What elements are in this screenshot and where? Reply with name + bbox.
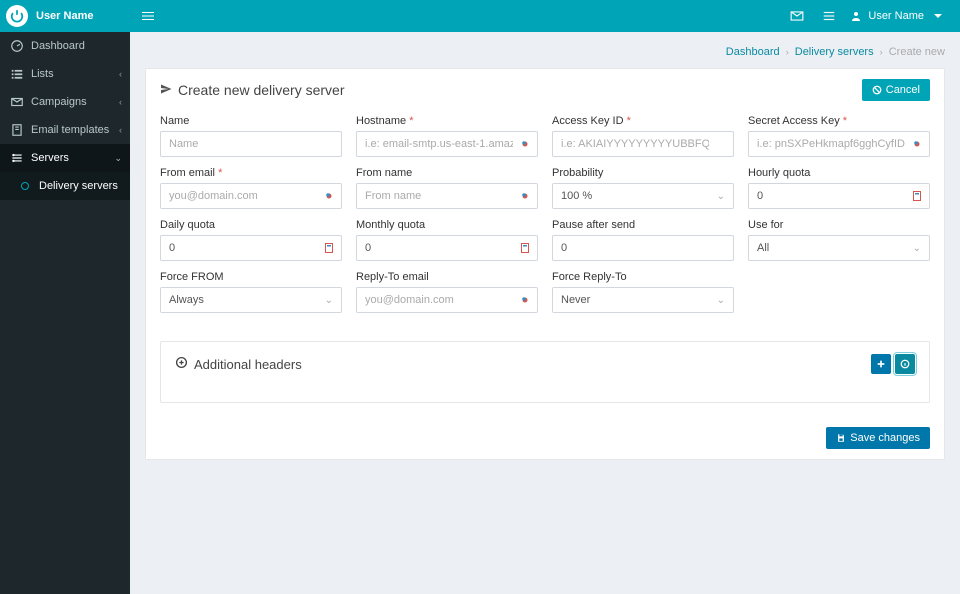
sidebar-item-label: Email templates <box>31 124 109 136</box>
bullet-icon <box>18 179 32 193</box>
save-changes-button[interactable]: Save changes <box>826 427 930 449</box>
breadcrumb: Dashboard › Delivery servers › Create ne… <box>145 42 945 68</box>
use-for-select[interactable]: All ⌄ <box>748 235 930 261</box>
chevron-left-icon: ‹ <box>119 97 122 107</box>
sidebar-item-servers[interactable]: Servers ⌄ <box>0 144 130 172</box>
additional-headers-title: Additional headers <box>175 356 302 372</box>
chevron-left-icon: ‹ <box>119 125 122 135</box>
user-menu[interactable]: User Name <box>850 10 924 22</box>
field-label: Access Key ID * <box>552 115 734 127</box>
save-icon <box>836 433 846 443</box>
breadcrumb-link[interactable]: Delivery servers <box>795 46 874 58</box>
field-label: Use for <box>748 219 930 231</box>
field-label: Hostname * <box>356 115 538 127</box>
from-name-input[interactable] <box>356 183 538 209</box>
probability-select[interactable]: 100 % ⌄ <box>552 183 734 209</box>
add-header-button[interactable] <box>871 354 891 374</box>
force-reply-to-select[interactable]: Never ⌄ <box>552 287 734 313</box>
field-label: Monthly quota <box>356 219 538 231</box>
monthly-quota-input[interactable] <box>356 235 538 261</box>
topbar: User Name User Name <box>0 0 960 32</box>
sidebar-item-label: Dashboard <box>31 40 85 52</box>
user-icon <box>850 10 862 22</box>
envelope-icon[interactable] <box>786 5 808 27</box>
user-label: User Name <box>868 10 924 22</box>
form-panel: Create new delivery server Cancel Name <box>145 68 945 460</box>
field-label: From name <box>356 167 538 179</box>
field-label: Daily quota <box>160 219 342 231</box>
field-label: Force FROM <box>160 271 342 283</box>
hostname-input[interactable] <box>356 131 538 157</box>
pause-after-send-input[interactable] <box>552 235 734 261</box>
envelope-icon <box>10 95 24 109</box>
power-icon <box>6 5 28 27</box>
plus-circle-icon <box>175 356 188 372</box>
sidebar-item-label: Lists <box>31 68 54 80</box>
field-label: Pause after send <box>552 219 734 231</box>
brand-label: User Name <box>36 10 93 22</box>
chevron-down-icon: ⌄ <box>717 295 725 306</box>
daily-quota-input[interactable] <box>160 235 342 261</box>
chevron-down-icon: ⌄ <box>325 295 333 306</box>
breadcrumb-current: Create new <box>889 46 945 58</box>
sidebar-item-dashboard[interactable]: Dashboard <box>0 32 130 60</box>
info-button[interactable] <box>895 354 915 374</box>
breadcrumb-link[interactable]: Dashboard <box>726 46 780 58</box>
field-label: Name <box>160 115 342 127</box>
sidebar-item-email-templates[interactable]: Email templates ‹ <box>0 116 130 144</box>
field-label: Hourly quota <box>748 167 930 179</box>
main-content: Dashboard › Delivery servers › Create ne… <box>130 32 960 594</box>
chevron-right-icon: › <box>880 47 883 57</box>
sidebar-item-label: Servers <box>31 152 69 164</box>
chevron-left-icon: ‹ <box>119 69 122 79</box>
template-icon <box>10 123 24 137</box>
chevron-down-icon: ⌄ <box>114 153 122 164</box>
ban-icon <box>872 85 882 95</box>
field-label: From email * <box>160 167 342 179</box>
sidebar-item-label: Campaigns <box>31 96 87 108</box>
dashboard-icon <box>10 39 24 53</box>
chevron-down-icon: ⌄ <box>717 191 725 202</box>
chevron-down-icon: ⌄ <box>913 243 921 254</box>
field-label: Force Reply-To <box>552 271 734 283</box>
from-email-input[interactable] <box>160 183 342 209</box>
send-icon <box>160 82 172 98</box>
field-label: Reply-To email <box>356 271 538 283</box>
cancel-button[interactable]: Cancel <box>862 79 930 101</box>
panel-title: Create new delivery server <box>160 82 345 98</box>
list-icon <box>10 67 24 81</box>
sidebar: Dashboard Lists ‹ Campaigns ‹ E <box>0 32 130 594</box>
field-label: Probability <box>552 167 734 179</box>
name-input[interactable] <box>160 131 342 157</box>
sidebar-item-delivery-servers[interactable]: Delivery servers <box>0 172 130 200</box>
caret-down-icon[interactable] <box>934 14 942 18</box>
chevron-right-icon: › <box>786 47 789 57</box>
sidebar-item-campaigns[interactable]: Campaigns ‹ <box>0 88 130 116</box>
field-label: Secret Access Key * <box>748 115 930 127</box>
sidebar-item-label: Delivery servers <box>39 180 118 192</box>
force-from-select[interactable]: Always ⌄ <box>160 287 342 313</box>
reply-to-email-input[interactable] <box>356 287 538 313</box>
access-key-id-input[interactable] <box>552 131 734 157</box>
servers-icon <box>10 151 24 165</box>
hourly-quota-input[interactable] <box>748 183 930 209</box>
secret-access-key-input[interactable] <box>748 131 930 157</box>
list-icon[interactable] <box>818 5 840 27</box>
sidebar-item-lists[interactable]: Lists ‹ <box>0 60 130 88</box>
brand[interactable]: User Name <box>0 0 130 32</box>
sidebar-toggle[interactable] <box>130 0 166 32</box>
